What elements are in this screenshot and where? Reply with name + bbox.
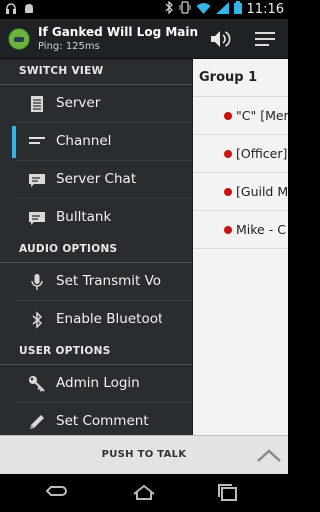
channel-group-header[interactable]: Group 1 bbox=[193, 59, 288, 97]
pencil-icon bbox=[28, 413, 46, 431]
bluetooth-icon bbox=[28, 311, 46, 329]
chat-icon bbox=[28, 209, 46, 227]
chevron-up-icon[interactable] bbox=[256, 448, 282, 464]
home-icon[interactable] bbox=[130, 482, 158, 504]
android-icon bbox=[23, 3, 35, 19]
list-item[interactable]: Mike - C bbox=[193, 211, 288, 249]
status-dot-icon bbox=[224, 112, 232, 120]
speaker-icon[interactable] bbox=[208, 27, 232, 51]
drawer-item-admin-login[interactable]: Admin Login bbox=[0, 365, 192, 403]
clock: 11:16 bbox=[246, 2, 284, 17]
push-to-talk-label: PUSH TO TALK bbox=[101, 449, 187, 460]
headset-icon bbox=[5, 3, 17, 19]
drawer-item-server[interactable]: Server bbox=[0, 85, 192, 123]
status-bar: 11:16 bbox=[0, 0, 288, 19]
microphone-icon bbox=[28, 273, 46, 291]
channel-view: Group 1 "C" [Mer [Officer] [Guild M Mike… bbox=[192, 59, 288, 435]
bluetooth-icon bbox=[165, 0, 174, 18]
wifi-icon bbox=[196, 2, 211, 18]
status-dot-icon bbox=[224, 150, 232, 158]
list-item[interactable]: [Officer] bbox=[193, 135, 288, 173]
drawer-item-set-transmit-volume[interactable]: Set Transmit Volume bbox=[0, 263, 192, 301]
section-header-user-options: USER OPTIONS bbox=[0, 339, 192, 365]
drawer-item-server-chat[interactable]: Server Chat bbox=[0, 161, 192, 199]
list-item[interactable]: [Guild M bbox=[193, 173, 288, 211]
key-icon bbox=[28, 375, 46, 393]
list-icon bbox=[28, 95, 46, 113]
server-title: If Ganked Will Log Main bbox=[38, 25, 199, 39]
signal-icon bbox=[215, 1, 229, 18]
status-dot-icon bbox=[224, 226, 232, 234]
vibrate-icon bbox=[179, 1, 191, 18]
overflow-menu-icon[interactable] bbox=[253, 28, 277, 50]
navigation-drawer: SWITCH VIEW Server Channel Server Chat B… bbox=[0, 59, 192, 435]
drawer-item-bulltank[interactable]: Bulltank bbox=[0, 199, 192, 237]
list-item[interactable]: "C" [Mer bbox=[193, 97, 288, 135]
status-dot-icon bbox=[224, 188, 232, 196]
recent-apps-icon[interactable] bbox=[214, 482, 242, 504]
back-icon[interactable] bbox=[42, 482, 70, 504]
app-logo-icon[interactable] bbox=[8, 28, 30, 50]
active-indicator bbox=[12, 126, 16, 158]
system-nav-bar bbox=[0, 474, 288, 512]
action-bar: If Ganked Will Log Main Ping: 125ms bbox=[0, 19, 288, 59]
chat-icon bbox=[28, 171, 46, 189]
push-to-talk-bar[interactable]: PUSH TO TALK bbox=[0, 435, 288, 474]
drawer-item-channel[interactable]: Channel bbox=[0, 123, 192, 161]
battery-icon bbox=[233, 1, 242, 18]
section-header-switch-view: SWITCH VIEW bbox=[0, 59, 192, 85]
section-header-audio-options: AUDIO OPTIONS bbox=[0, 237, 192, 263]
drawer-item-enable-bluetooth[interactable]: Enable Bluetooth bbox=[0, 301, 192, 339]
channel-icon bbox=[28, 133, 46, 151]
ping-text: Ping: 125ms bbox=[38, 41, 100, 52]
